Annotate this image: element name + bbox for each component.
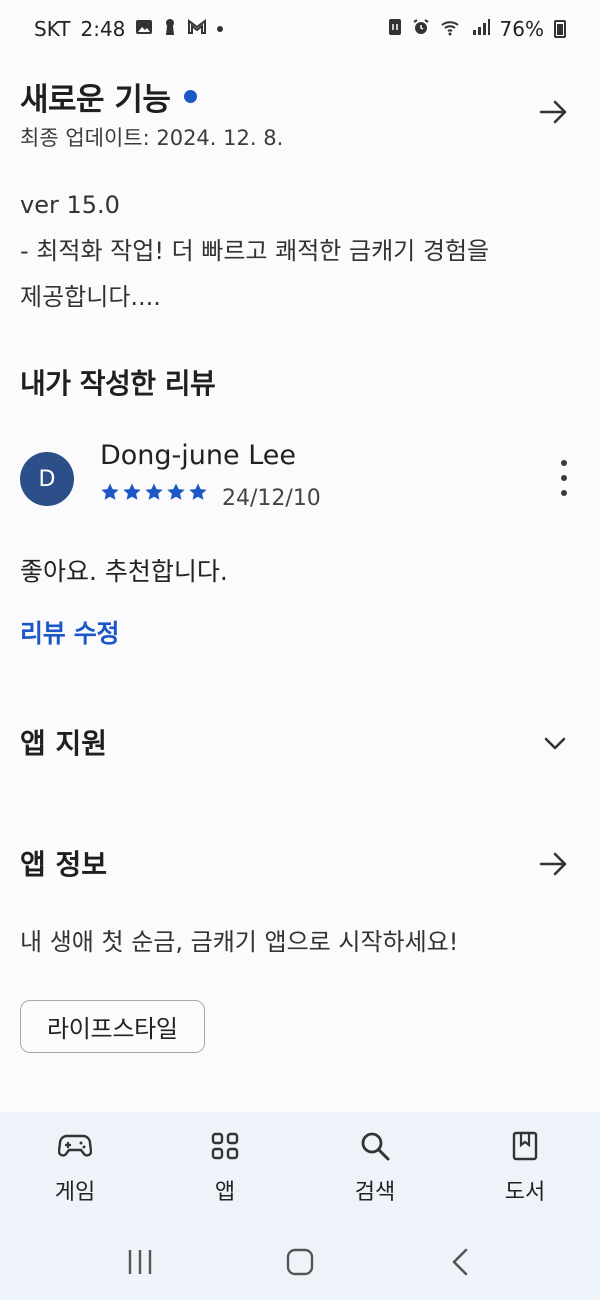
- star-icon: [101, 483, 119, 500]
- nav-item-books[interactable]: 도서: [450, 1112, 600, 1224]
- book-icon: [507, 1128, 543, 1164]
- back-button[interactable]: [440, 1242, 480, 1282]
- star-icon: [189, 483, 207, 500]
- whats-new-arrow-button[interactable]: [536, 94, 572, 130]
- star-rating: [100, 482, 208, 502]
- nav-label: 게임: [54, 1180, 96, 1205]
- arrow-right-icon: [539, 100, 567, 124]
- battery-icon: [554, 20, 566, 38]
- back-icon: [452, 1248, 468, 1276]
- status-bar-left: SKT 2:48: [34, 17, 224, 41]
- nfc-icon: [388, 18, 402, 40]
- clock: 2:48: [80, 17, 126, 41]
- nav-item-apps[interactable]: 앱: [150, 1112, 300, 1224]
- chevron-down-icon: [544, 737, 566, 750]
- arrow-right-icon: [539, 852, 567, 876]
- notification-dot-icon: [217, 26, 224, 32]
- app-info-title: 앱 정보: [20, 848, 108, 881]
- star-icon: [167, 483, 185, 500]
- recent-apps-button[interactable]: [120, 1242, 160, 1282]
- gamepad-icon: [57, 1128, 93, 1164]
- release-note-line: - 최적화 작업! 더 빠르고 쾌적한 금캐기 경험을: [20, 237, 490, 265]
- app-support-expand-button[interactable]: [540, 728, 570, 758]
- carrier-label: SKT: [34, 17, 71, 41]
- my-review-title: 내가 작성한 리뷰: [20, 367, 216, 400]
- battery-percent: 76%: [499, 17, 544, 41]
- whats-new-title: 새로운 기능: [20, 74, 198, 119]
- last-updated-text: 최종 업데이트: 2024. 12. 8.: [20, 126, 284, 150]
- signal-icon: [472, 18, 490, 40]
- status-bar: SKT 2:48 76%: [0, 0, 600, 58]
- review-more-options-button[interactable]: [556, 460, 572, 496]
- apps-grid-icon: [207, 1128, 243, 1164]
- star-icon: [123, 483, 141, 500]
- category-chip[interactable]: 라이프스타일: [20, 1000, 205, 1053]
- gallery-icon: [135, 18, 153, 40]
- new-indicator-dot: [184, 90, 198, 103]
- gmail-icon: [187, 19, 207, 39]
- nav-item-search[interactable]: 검색: [300, 1112, 450, 1224]
- more-vert-icon: [561, 460, 567, 466]
- release-note-line: ver 15.0: [20, 191, 120, 219]
- reviewer-name: Dong-june Lee: [100, 440, 297, 471]
- avatar: D: [20, 452, 74, 506]
- app-info-arrow-button[interactable]: [536, 846, 572, 882]
- nav-item-games[interactable]: 게임: [0, 1112, 150, 1224]
- recent-apps-icon: [128, 1250, 152, 1274]
- nav-label: 도서: [504, 1180, 546, 1205]
- star-icon: [145, 483, 163, 500]
- app-description: 내 생애 첫 순금, 금캐기 앱으로 시작하세요!: [20, 928, 459, 956]
- home-button[interactable]: [280, 1242, 320, 1282]
- more-vert-dot: [561, 490, 567, 496]
- system-navigation-bar: [0, 1224, 600, 1300]
- alarm-icon: [412, 18, 430, 40]
- app-support-title[interactable]: 앱 지원: [20, 722, 107, 762]
- wifi-icon: [440, 18, 462, 40]
- whats-new-title-text: 새로운 기능: [20, 82, 171, 118]
- bottom-navigation: 게임 앱 검색 도서: [0, 1112, 600, 1224]
- review-date: 24/12/10: [222, 486, 321, 511]
- edit-review-link[interactable]: 리뷰 수정: [20, 614, 120, 650]
- review-text: 좋아요. 추천합니다.: [20, 557, 228, 586]
- nav-label: 앱: [214, 1180, 236, 1205]
- release-notes: ver 15.0 - 최적화 작업! 더 빠르고 쾌적한 금캐기 경험을 제공합…: [20, 182, 590, 320]
- keyhole-icon: [163, 18, 177, 40]
- release-note-line: 제공합니다....: [20, 283, 161, 311]
- search-icon: [357, 1128, 393, 1164]
- nav-label: 검색: [354, 1180, 396, 1205]
- more-vert-dot: [561, 475, 567, 481]
- home-icon: [286, 1248, 314, 1276]
- status-bar-right: 76%: [388, 17, 566, 41]
